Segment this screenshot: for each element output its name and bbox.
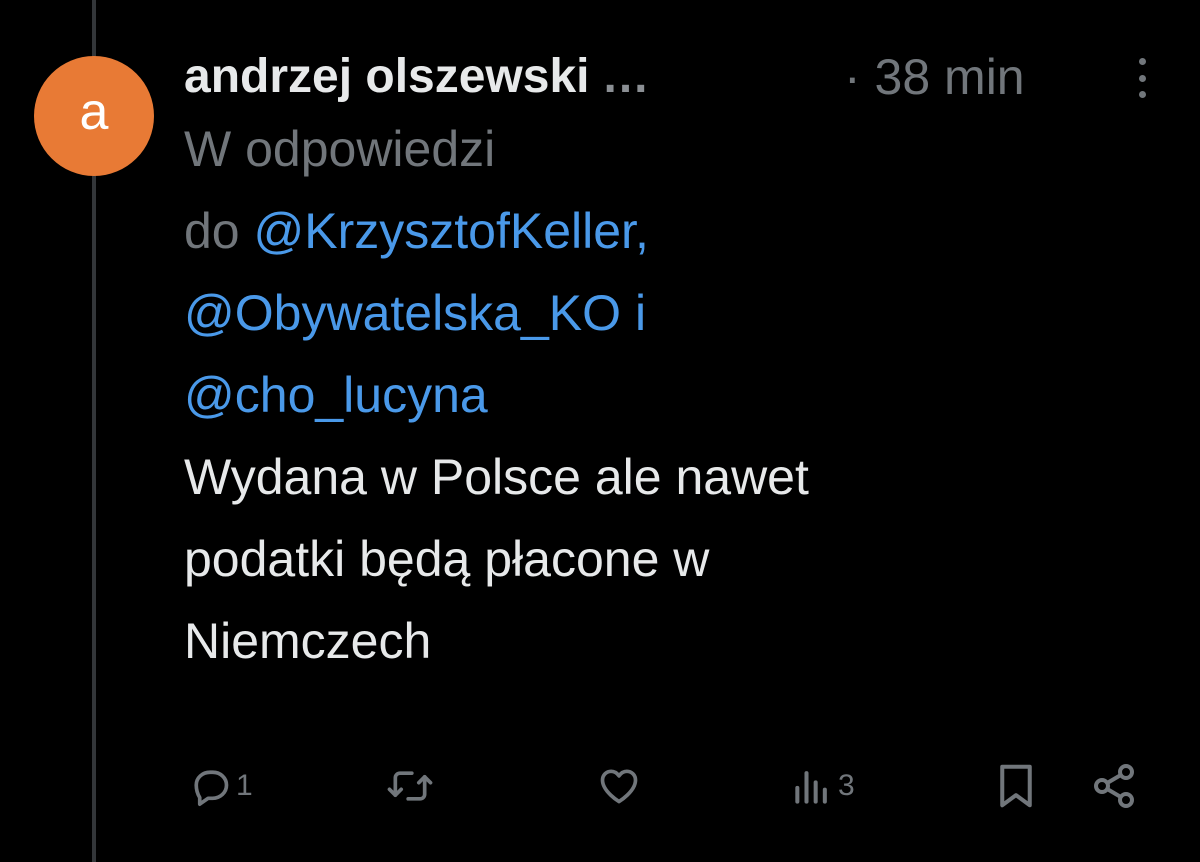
tweet-text-line: podatki będą płacone w [184, 531, 710, 587]
action-bar: 1 3 [0, 760, 1200, 820]
views-icon [795, 771, 827, 804]
tweet-text: Wydana w Polsce ale nawet podatki będą p… [184, 436, 1174, 682]
mention-link[interactable]: @Obywatelska_KO [184, 285, 621, 341]
share-icon [1094, 764, 1134, 808]
retweet-icon [387, 771, 433, 801]
views-button[interactable]: 3 [790, 760, 855, 812]
avatar[interactable]: a [34, 56, 154, 176]
heart-icon [600, 769, 638, 804]
reply-line-2: @Obywatelska_KO i [184, 272, 1174, 354]
share-button[interactable] [1090, 760, 1138, 812]
views-count: 3 [838, 769, 855, 802]
bookmark-button[interactable] [994, 760, 1038, 812]
more-vertical-icon[interactable] [1134, 58, 1150, 98]
author-ellipsis: ... [603, 49, 650, 103]
mention-joiner: i [634, 285, 647, 341]
avatar-letter: a [79, 83, 109, 141]
reply-prefix: W odpowiedzi [184, 121, 496, 177]
author-name[interactable]: andrzej olszewski [184, 49, 590, 104]
reply-button[interactable]: 1 [188, 760, 253, 812]
reply-context: W odpowiedzi do @KrzysztofKeller, @Obywa… [184, 108, 1174, 436]
timestamp[interactable]: · 38 min [844, 48, 1025, 106]
reply-line-3: @cho_lucyna [184, 354, 1174, 436]
bookmark-icon [1000, 764, 1032, 808]
tweet-text-line: Wydana w Polsce ale nawet [184, 449, 809, 505]
like-button[interactable] [596, 760, 642, 812]
reply-do: do [184, 203, 240, 259]
tweet: andrzej olszewski ... · 38 min W odpowie… [184, 44, 1174, 682]
retweet-button[interactable] [386, 760, 434, 812]
reply-line-1: do @KrzysztofKeller, [184, 190, 1174, 272]
mention-link[interactable]: @cho_lucyna [184, 367, 488, 423]
reply-icon [194, 770, 229, 806]
tweet-text-line: Niemczech [184, 613, 432, 669]
mention-link[interactable]: @KrzysztofKeller, [254, 203, 649, 259]
reply-count: 1 [236, 769, 253, 802]
tweet-header: andrzej olszewski ... · 38 min [184, 44, 1174, 108]
